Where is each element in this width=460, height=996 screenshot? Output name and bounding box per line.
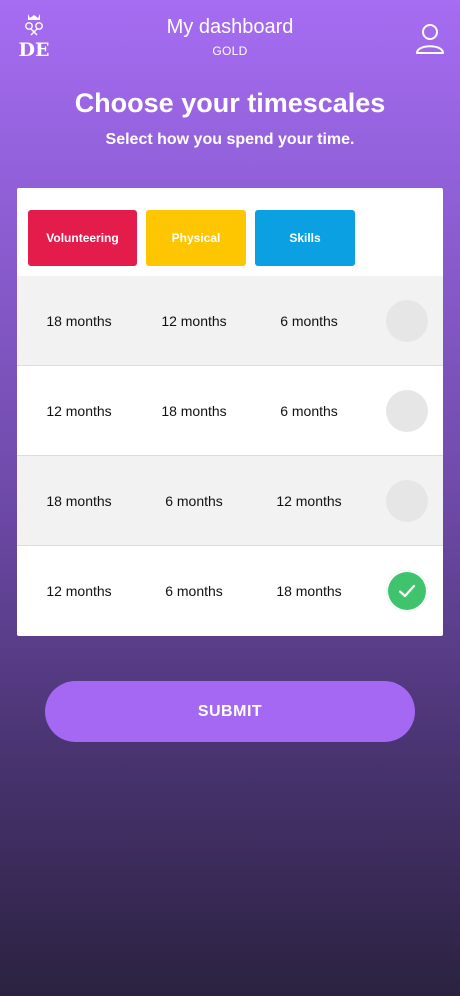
skills-duration: 12 months	[276, 493, 342, 509]
timescale-option-2[interactable]: 12 months 18 months 6 months	[17, 366, 443, 456]
timescale-option-3[interactable]: 18 months 6 months 12 months	[17, 456, 443, 546]
physical-duration: 18 months	[161, 403, 227, 419]
legend-volunteering: Volunteering	[28, 210, 137, 266]
timescale-option-1[interactable]: 18 months 12 months 6 months	[17, 276, 443, 366]
option-radio[interactable]	[386, 300, 428, 342]
volunteering-duration: 12 months	[46, 403, 112, 419]
submit-button[interactable]: SUBMIT	[45, 681, 415, 742]
timescale-options: 18 months 12 months 6 months 12 months 1…	[17, 276, 443, 636]
legend-skills: Skills	[255, 210, 355, 266]
physical-duration: 12 months	[161, 313, 227, 329]
section-subtitle: Select how you spend your time.	[105, 131, 355, 148]
timescale-option-4[interactable]: 12 months 6 months 18 months	[17, 546, 443, 636]
award-level: GOLD	[212, 44, 248, 58]
page-title: My dashboard	[166, 16, 294, 38]
option-radio[interactable]	[386, 390, 428, 432]
app-header: DE My dashboard GOLD	[0, 0, 460, 80]
user-icon	[416, 24, 444, 54]
volunteering-duration: 18 months	[46, 313, 112, 329]
timescale-card: Volunteering Physical Skills 18 months 1…	[17, 188, 443, 636]
volunteering-duration: 18 months	[46, 493, 112, 509]
section-title: Choose your timescales	[74, 88, 386, 118]
option-radio-selected[interactable]	[386, 570, 428, 612]
volunteering-duration: 12 months	[46, 583, 112, 599]
physical-duration: 6 months	[165, 583, 223, 599]
skills-duration: 6 months	[280, 403, 338, 419]
physical-duration: 6 months	[165, 493, 223, 509]
checkmark-icon	[398, 584, 416, 598]
skills-duration: 6 months	[280, 313, 338, 329]
option-radio[interactable]	[386, 480, 428, 522]
skills-duration: 18 months	[276, 583, 342, 599]
profile-button[interactable]	[414, 22, 446, 56]
legend-physical: Physical	[146, 210, 246, 266]
